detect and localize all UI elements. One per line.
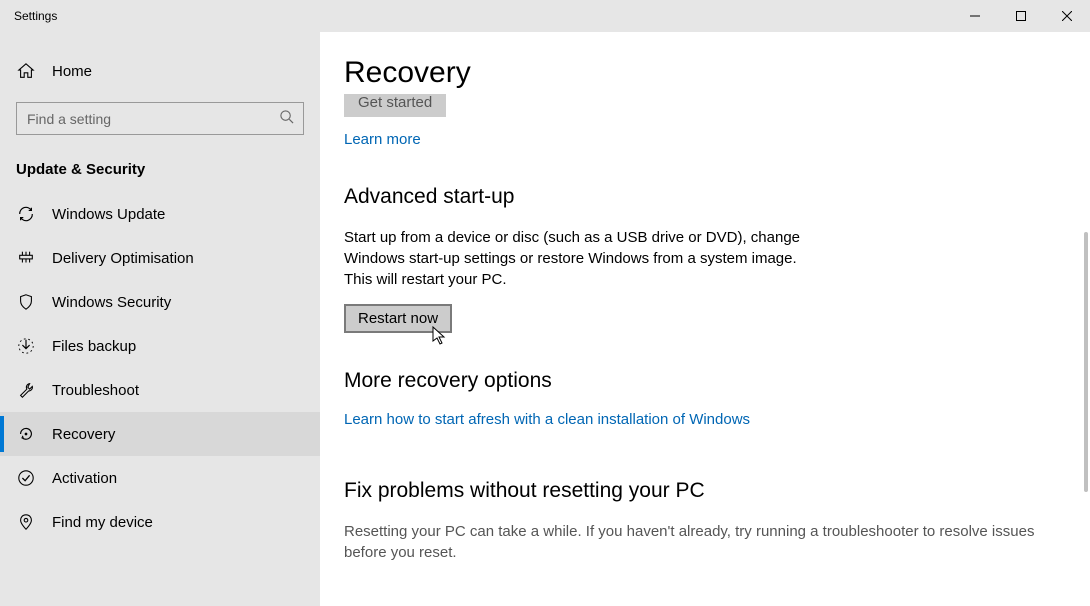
sidebar-item-delivery-optimisation[interactable]: Delivery Optimisation — [0, 236, 320, 280]
sidebar-item-label: Windows Update — [52, 206, 165, 223]
sidebar-item-windows-update[interactable]: Windows Update — [0, 192, 320, 236]
get-started-button-partial[interactable]: Get started — [344, 94, 446, 117]
window-title: Settings — [14, 9, 57, 23]
minimize-button[interactable] — [952, 0, 998, 32]
window-controls — [952, 0, 1090, 32]
clean-install-link[interactable]: Learn how to start afresh with a clean i… — [344, 411, 750, 428]
maximize-button[interactable] — [998, 0, 1044, 32]
section-title: Fix problems without resetting your PC — [344, 479, 1050, 503]
sidebar-item-recovery[interactable]: Recovery — [0, 412, 320, 456]
sidebar-item-label: Files backup — [52, 338, 136, 355]
category-header: Update & Security — [0, 161, 320, 178]
sidebar-item-activation[interactable]: Activation — [0, 456, 320, 500]
section-fix-problems: Fix problems without resetting your PC R… — [344, 479, 1050, 563]
sync-icon — [16, 205, 36, 223]
sidebar-item-files-backup[interactable]: Files backup — [0, 324, 320, 368]
titlebar: Settings — [0, 0, 1090, 32]
home-icon — [16, 62, 36, 80]
wrench-icon — [16, 381, 36, 399]
sidebar-item-label: Activation — [52, 470, 117, 487]
search-box — [16, 102, 304, 135]
maximize-icon — [1016, 11, 1026, 21]
section-advanced-startup: Advanced start-up Start up from a device… — [344, 185, 1050, 333]
sidebar-item-label: Delivery Optimisation — [52, 250, 194, 267]
section-description: Start up from a device or disc (such as … — [344, 227, 804, 290]
main-content: Recovery Get started Learn more Advanced… — [320, 32, 1090, 606]
home-nav[interactable]: Home — [0, 52, 320, 90]
sidebar-item-troubleshoot[interactable]: Troubleshoot — [0, 368, 320, 412]
sidebar-item-label: Find my device — [52, 514, 153, 531]
sidebar-item-label: Recovery — [52, 426, 115, 443]
learn-more-link[interactable]: Learn more — [344, 131, 421, 148]
recovery-icon — [16, 425, 36, 443]
restart-now-button[interactable]: Restart now — [344, 304, 452, 333]
check-icon — [16, 469, 36, 487]
close-icon — [1062, 11, 1072, 21]
close-button[interactable] — [1044, 0, 1090, 32]
backup-icon — [16, 337, 36, 355]
page-title: Recovery — [344, 56, 1050, 90]
search-input[interactable] — [16, 102, 304, 135]
minimize-icon — [970, 11, 980, 21]
sidebar-item-windows-security[interactable]: Windows Security — [0, 280, 320, 324]
home-label: Home — [52, 63, 92, 80]
section-more-recovery: More recovery options Learn how to start… — [344, 369, 1050, 429]
section-title: Advanced start-up — [344, 185, 1050, 209]
scrollbar-thumb[interactable] — [1084, 232, 1088, 492]
sidebar-item-label: Windows Security — [52, 294, 171, 311]
section-title: More recovery options — [344, 369, 1050, 393]
nav-list: Windows Update Delivery Optimisation Win… — [0, 192, 320, 544]
delivery-icon — [16, 249, 36, 267]
section-description: Resetting your PC can take a while. If y… — [344, 521, 1044, 563]
shield-icon — [16, 293, 36, 311]
sidebar: Home Update & Security Windows Update De… — [0, 32, 320, 606]
location-icon — [16, 513, 36, 531]
sidebar-item-label: Troubleshoot — [52, 382, 139, 399]
sidebar-item-find-my-device[interactable]: Find my device — [0, 500, 320, 544]
search-icon — [279, 109, 294, 129]
